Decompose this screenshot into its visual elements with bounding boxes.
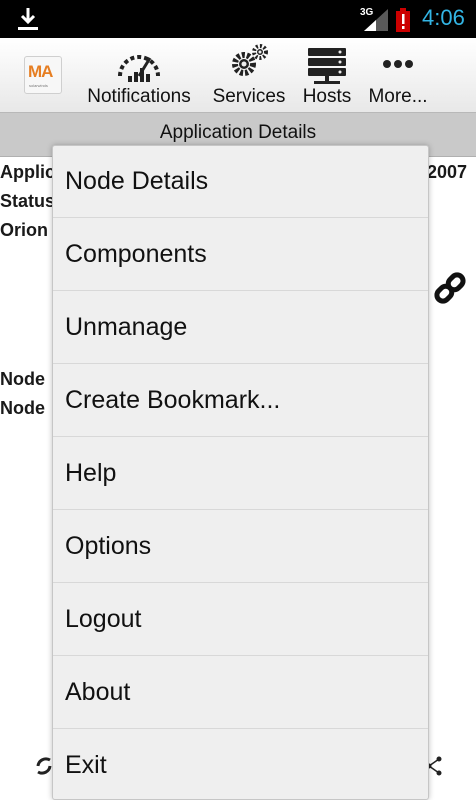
- menu-item-options[interactable]: Options: [53, 511, 428, 583]
- menu-item-label: Unmanage: [65, 313, 188, 341]
- menu-item-label: Components: [65, 240, 207, 268]
- gears-icon: [232, 44, 268, 76]
- toolbar-services-label: Services: [212, 86, 286, 107]
- gauge-icon: [118, 55, 160, 82]
- toolbar-services[interactable]: Services: [206, 38, 292, 112]
- menu-item-help[interactable]: Help: [53, 438, 428, 510]
- page-title: Application Details: [159, 122, 317, 143]
- menu-item-label: Logout: [65, 605, 142, 633]
- toolbar-hosts[interactable]: Hosts: [296, 38, 358, 112]
- download-icon: [18, 8, 38, 30]
- toolbar-notifications-label: Notifications: [87, 86, 191, 107]
- more-dots-icon: [383, 60, 413, 68]
- toolbar: MA solarwinds Notifications Services Hos…: [0, 38, 476, 113]
- menu-item-label: Create Bookmark...: [65, 386, 281, 414]
- toolbar-more-label: More...: [368, 86, 428, 107]
- toolbar-more[interactable]: More...: [362, 38, 434, 112]
- toolbar-hosts-label: Hosts: [302, 86, 352, 107]
- signal-icon: [364, 9, 388, 31]
- bg-orion-label: Orion: [0, 220, 48, 240]
- status-bar: 3G 4:06: [0, 0, 476, 38]
- battery-alert-icon: [396, 8, 410, 32]
- menu-item-exit[interactable]: Exit: [53, 730, 428, 799]
- bg-node-label-1: Node: [0, 369, 45, 389]
- app-logo[interactable]: MA solarwinds: [24, 56, 62, 94]
- toolbar-notifications[interactable]: Notifications: [78, 38, 200, 112]
- overflow-menu: Node Details Components Unmanage Create …: [52, 145, 429, 800]
- bg-app-version: 2007: [427, 162, 468, 182]
- menu-item-label: Options: [65, 532, 152, 560]
- refresh-icon[interactable]: [36, 754, 52, 778]
- bg-node-label-2: Node: [0, 398, 45, 418]
- menu-item-logout[interactable]: Logout: [53, 584, 428, 656]
- bg-status-label: Status: [0, 191, 56, 211]
- menu-item-label: Node Details: [65, 167, 209, 195]
- menu-item-create-bookmark[interactable]: Create Bookmark...: [53, 365, 428, 437]
- clock: 4:06: [422, 5, 465, 30]
- server-icon: [308, 48, 346, 84]
- menu-item-about[interactable]: About: [53, 657, 428, 729]
- link-icon[interactable]: [432, 270, 468, 306]
- menu-item-unmanage[interactable]: Unmanage: [53, 292, 428, 364]
- menu-item-label: Help: [65, 459, 117, 487]
- logo-subtext: solarwinds: [29, 83, 48, 88]
- logo-text: MA: [28, 62, 53, 81]
- bg-app-name: Applic: [0, 162, 56, 182]
- menu-item-node-details[interactable]: Node Details: [53, 146, 428, 218]
- menu-item-label: About: [65, 678, 131, 706]
- menu-item-label: Exit: [65, 751, 107, 779]
- menu-item-components[interactable]: Components: [53, 219, 428, 291]
